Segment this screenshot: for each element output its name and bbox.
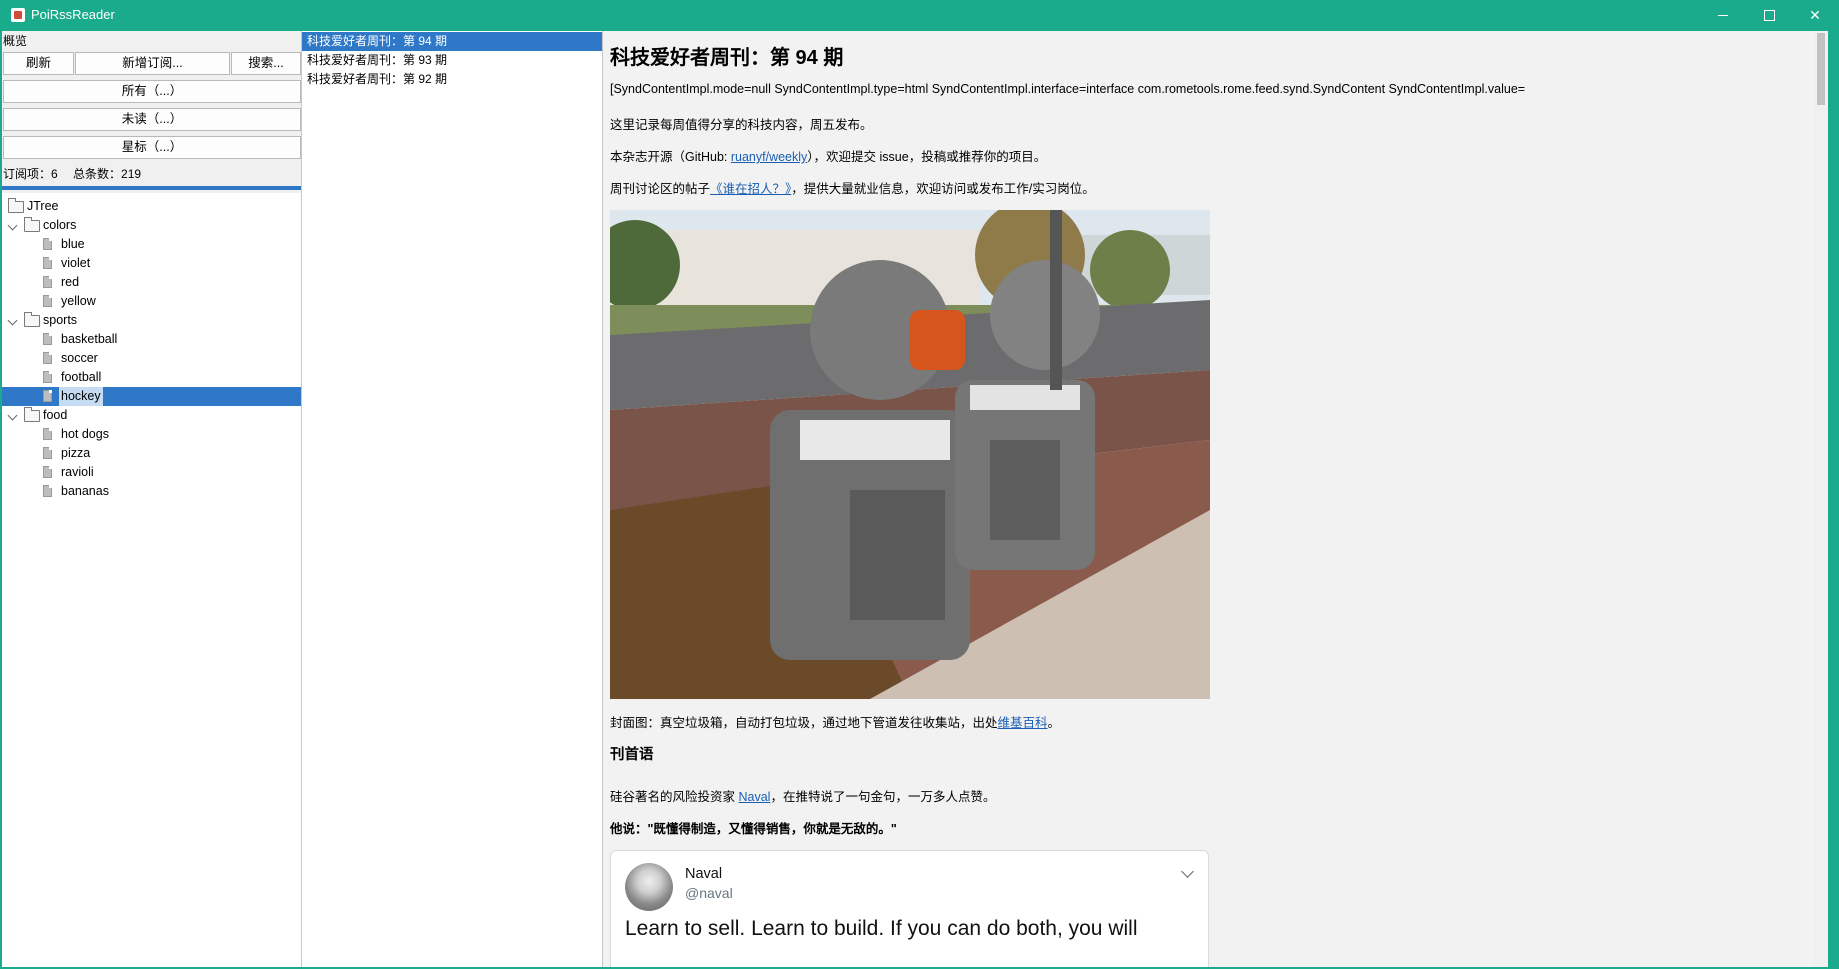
tree-item-label: soccer [61, 351, 98, 365]
tree-item-label: hot dogs [61, 427, 109, 441]
close-button[interactable]: ✕ [1792, 0, 1838, 30]
vertical-scrollbar[interactable] [1814, 31, 1828, 967]
leaf-icon [43, 447, 52, 459]
tree-item-label: ravioli [61, 465, 94, 479]
tree-item-label: yellow [61, 294, 96, 308]
leaf-icon [43, 238, 52, 250]
image-caption: 封面图：真空垃圾箱，自动打包垃圾，通过地下管道发往收集站，出处维基百科。 [610, 712, 1060, 731]
leaf-icon [43, 371, 52, 383]
tree-item-label: football [61, 370, 102, 384]
wikipedia-link[interactable]: 维基百科 [998, 716, 1048, 730]
article-content: 科技爱好者周刊：第 94 期 [SyndContentImpl.mode=nul… [603, 31, 1828, 967]
article-list: 科技爱好者周刊：第 94 期 科技爱好者周刊：第 93 期 科技爱好者周刊：第 … [302, 31, 603, 967]
tree-group-label: food [43, 408, 68, 422]
naval-link[interactable]: Naval [738, 790, 770, 804]
chevron-down-icon[interactable] [7, 410, 18, 421]
tree-item-label: basketball [61, 332, 118, 346]
paragraph: 这里记录每周值得分享的科技内容，周五发布。 [610, 118, 873, 132]
leaf-icon [43, 333, 52, 345]
tree-item-label: violet [61, 256, 91, 270]
section-heading: 刊首语 [610, 747, 654, 763]
tree-item-label: red [61, 275, 80, 289]
total-count: 总条数：219 [73, 167, 142, 181]
tree-group-label: colors [43, 218, 77, 232]
main-frame: 概览 刷新 新增订阅... 搜索... 所有（...） 未读（...） 星标（.… [2, 31, 1828, 967]
title-bar: PoiRssReader ✕ [0, 0, 1839, 30]
embedded-tweet[interactable]: Naval @naval Learn to sell. Learn to bui… [610, 850, 1209, 967]
leaf-icon [43, 390, 52, 402]
text: ，提供大量就业信息，欢迎访问或发布工作/实习岗位。 [791, 182, 1095, 196]
article-item[interactable]: 科技爱好者周刊：第 93 期 [302, 51, 602, 70]
paragraph-github: 本杂志开源（GitHub: ruanyf/weekly），欢迎提交 issue，… [610, 146, 1046, 165]
add-subscription-button[interactable]: 新增订阅... [75, 52, 230, 75]
window-title: PoiRssReader [31, 7, 115, 22]
tree-group-label: sports [43, 313, 78, 327]
leaf-icon [43, 485, 52, 497]
progress-bar [2, 186, 301, 190]
starred-filter-button[interactable]: 星标（...） [3, 136, 301, 159]
chevron-down-icon[interactable] [7, 315, 18, 326]
tree-item-label: blue [61, 237, 85, 251]
text: 封面图：真空垃圾箱，自动打包垃圾，通过地下管道发往收集站，出处 [610, 716, 998, 730]
text: 周刊讨论区的帖子 [610, 182, 711, 196]
maximize-button[interactable] [1746, 0, 1792, 30]
overview-label: 概览 [3, 34, 28, 48]
left-panel: 概览 刷新 新增订阅... 搜索... 所有（...） 未读（...） 星标（.… [2, 31, 302, 967]
tweet-author-handle: @naval [685, 885, 733, 901]
raw-content-text: [SyndContentImpl.mode=null SyndContentIm… [610, 82, 1526, 96]
jobs-link[interactable]: 《谁在招人？》 [710, 182, 791, 196]
text: 本杂志开源（GitHub: [610, 150, 731, 164]
leaf-icon [43, 428, 52, 440]
refresh-button[interactable]: 刷新 [3, 52, 74, 75]
text: 硅谷著名的风险投资家 [610, 790, 739, 804]
tree-item-label: bananas [61, 484, 109, 498]
tree-root-label: JTree [27, 199, 59, 213]
cover-photo [610, 210, 1210, 699]
minimize-button[interactable] [1700, 0, 1746, 30]
text: 。 [1047, 716, 1061, 730]
chevron-down-icon[interactable] [7, 220, 18, 231]
subscription-count: 订阅项：6 [3, 167, 58, 181]
leaf-icon [43, 352, 52, 364]
app-icon [11, 8, 25, 22]
leaf-icon [43, 466, 52, 478]
github-link[interactable]: ruanyf/weekly [731, 150, 807, 164]
tweet-text: Learn to sell. Learn to build. If you ca… [625, 917, 1138, 940]
tweet-author-name: Naval [685, 866, 723, 882]
folder-icon [8, 198, 24, 213]
unread-filter-button[interactable]: 未读（...） [3, 108, 301, 131]
text: ），欢迎提交 issue，投稿或推荐你的项目。 [807, 150, 1047, 164]
folder-icon [24, 407, 40, 422]
paragraph-jobs: 周刊讨论区的帖子《谁在招人？》，提供大量就业信息，欢迎访问或发布工作/实习岗位。 [610, 178, 1095, 197]
quote-paragraph: 他说："既懂得制造，又懂得销售，你就是无敌的。" [610, 822, 897, 836]
cover-image [610, 210, 1210, 699]
search-button[interactable]: 搜索... [231, 52, 301, 75]
scrollbar-thumb[interactable] [1817, 33, 1825, 105]
stats-bar: 订阅项：6 总条数：219 [3, 165, 153, 182]
article-item[interactable]: 科技爱好者周刊：第 92 期 [302, 70, 602, 89]
leaf-icon [43, 257, 52, 269]
folder-icon [24, 312, 40, 327]
tree-item-label: hockey [59, 387, 103, 406]
leaf-icon [43, 276, 52, 288]
folder-icon [24, 217, 40, 232]
article-title: 科技爱好者周刊：第 94 期 [610, 47, 844, 69]
text: ，在推特说了一句金句，一万多人点赞。 [770, 790, 996, 804]
paragraph-naval: 硅谷著名的风险投资家 Naval，在推特说了一句金句，一万多人点赞。 [610, 786, 995, 805]
article-item-selected[interactable]: 科技爱好者周刊：第 94 期 [302, 32, 602, 51]
avatar [625, 863, 673, 911]
leaf-icon [43, 295, 52, 307]
feed-tree[interactable]: JTree colors blue violet red yellow spor… [2, 193, 301, 967]
tree-item-label: pizza [61, 446, 91, 460]
chevron-down-icon[interactable] [1181, 865, 1194, 878]
all-filter-button[interactable]: 所有（...） [3, 80, 301, 103]
